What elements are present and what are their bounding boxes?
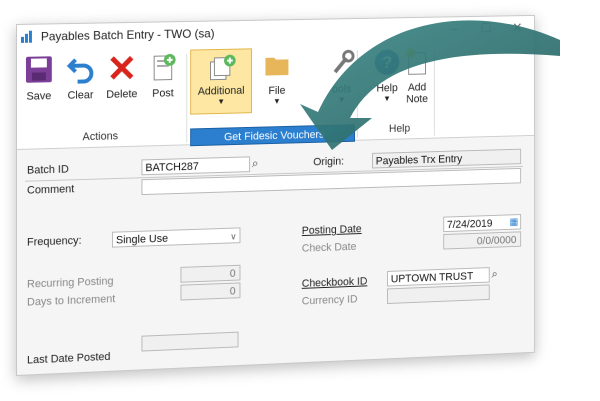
tools-label: ools — [323, 83, 361, 96]
last-date-posted-label: Last Date Posted — [27, 351, 110, 367]
batch-id-label: Batch ID — [27, 163, 69, 176]
origin-value: Payables Trx Entry — [376, 153, 462, 167]
window-title: Payables Batch Entry - TWO (sa) — [41, 26, 215, 43]
file-icon — [263, 50, 292, 80]
clear-label: Clear — [61, 89, 101, 102]
chevron-down-icon: ▼ — [323, 95, 361, 105]
additional-icon — [207, 54, 236, 84]
payables-batch-entry-window: Payables Batch Entry - TWO (sa) – ☐ ✕ Sa… — [16, 15, 535, 376]
recurring-posting-field: 0 — [180, 265, 240, 283]
svg-text:?: ? — [382, 52, 392, 72]
save-button[interactable]: Save — [19, 54, 59, 115]
origin-select[interactable]: Payables Trx Entry — [372, 149, 521, 169]
checkbook-id-label: Checkbook ID — [302, 276, 368, 290]
tools-icon — [327, 48, 355, 78]
actions-group-label: Actions — [82, 130, 118, 143]
post-label: Post — [143, 87, 182, 100]
ribbon-separator — [357, 50, 358, 138]
check-date-label: Check Date — [302, 241, 357, 255]
days-to-increment-field: 0 — [180, 282, 240, 300]
posting-date-value: 7/24/2019 — [447, 218, 492, 231]
checkbook-id-input[interactable]: UPTOWN TRUST — [387, 267, 490, 286]
days-to-increment-label: Days to Increment — [27, 293, 115, 308]
last-date-posted-field — [141, 332, 238, 352]
currency-id-field — [387, 284, 490, 304]
batch-id-input[interactable]: BATCH287 — [141, 156, 250, 175]
app-icon — [21, 31, 35, 43]
delete-icon — [107, 53, 136, 83]
calendar-icon[interactable]: ▦ — [510, 215, 519, 231]
chevron-down-icon: ▼ — [191, 96, 251, 106]
frequency-value: Single Use — [116, 233, 168, 247]
ribbon-separator — [186, 54, 187, 143]
frequency-select[interactable]: Single Use ∨ — [112, 227, 240, 247]
file-label: File — [258, 85, 296, 98]
add-note-label-2: Note — [398, 93, 435, 106]
add-note-button[interactable]: Add Note — [398, 47, 435, 106]
origin-label: Origin: — [313, 156, 344, 169]
post-button[interactable]: Post — [143, 52, 182, 112]
clear-icon — [66, 53, 96, 83]
chevron-down-icon: ▼ — [258, 96, 296, 106]
tools-button[interactable]: ools ▼ — [323, 48, 361, 107]
add-note-icon — [403, 47, 431, 77]
additional-label: Additional — [191, 85, 251, 98]
file-button[interactable]: File ▼ — [258, 49, 296, 109]
batch-form: Batch ID BATCH287 ⌕ Origin: Payables Trx… — [17, 137, 534, 375]
clear-button[interactable]: Clear — [61, 53, 101, 114]
additional-button[interactable]: Additional ▼ — [190, 48, 252, 114]
help-icon: ? — [373, 47, 401, 77]
lookup-icon[interactable]: ⌕ — [252, 156, 258, 171]
recurring-posting-label: Recurring Posting — [27, 275, 113, 290]
delete-button[interactable]: Delete — [102, 53, 141, 113]
add-note-label-1: Add — [398, 81, 435, 93]
ribbon-separator — [434, 49, 435, 136]
save-icon — [24, 54, 54, 85]
posting-date-input[interactable]: 7/24/2019 ▦ — [443, 214, 521, 232]
currency-id-label: Currency ID — [302, 294, 358, 308]
check-date-field: 0/0/0000 — [443, 231, 521, 249]
close-button[interactable]: ✕ — [504, 19, 530, 37]
comment-label: Comment — [27, 183, 74, 196]
post-icon — [148, 52, 177, 82]
chevron-down-icon: ∨ — [230, 229, 236, 245]
frequency-label: Frequency: — [27, 235, 82, 249]
maximize-button[interactable]: ☐ — [473, 19, 499, 37]
delete-label: Delete — [102, 88, 141, 101]
lookup-icon[interactable]: ⌕ — [492, 267, 498, 282]
help-group-label: Help — [389, 123, 410, 135]
save-label: Save — [19, 90, 59, 103]
minimize-button[interactable]: – — [441, 20, 467, 38]
posting-date-label: Posting Date — [302, 223, 362, 237]
